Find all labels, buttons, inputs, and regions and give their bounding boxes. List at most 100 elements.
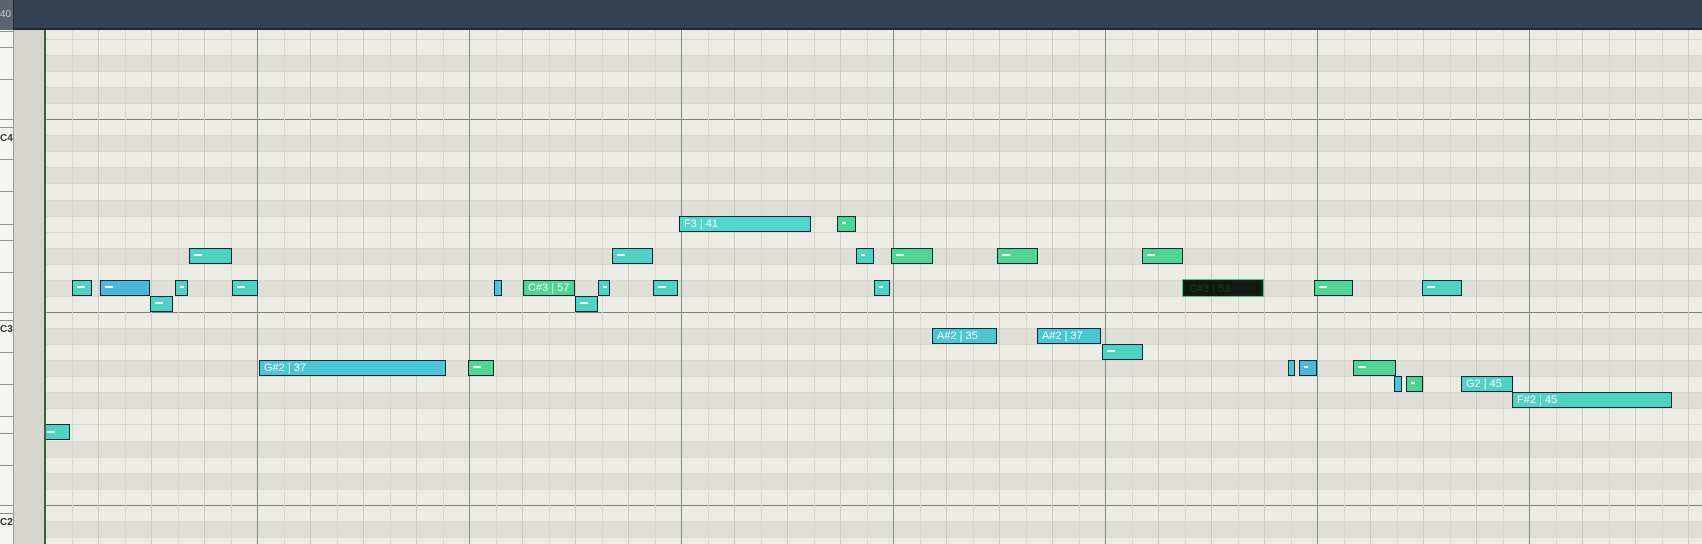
midi-note[interactable] [856, 247, 874, 264]
semitone-line [45, 536, 1702, 538]
semitone-line [45, 70, 1702, 72]
midi-note[interactable] [1353, 360, 1396, 377]
beat-line [1555, 30, 1557, 544]
midi-note[interactable] [891, 247, 933, 264]
piano-key-divider [0, 159, 13, 161]
note-velocity-dash [180, 285, 184, 288]
beat-line [1635, 30, 1636, 544]
note-label: C#3 | 53 [1189, 282, 1231, 295]
note-velocity-dash [1411, 382, 1415, 385]
pitch-lane [45, 38, 1702, 55]
midi-note[interactable] [189, 247, 232, 264]
piano-keyboard[interactable]: C4 C3 C2 [0, 30, 14, 544]
note-velocity-dash [473, 366, 481, 369]
midi-note[interactable]: G2 | 45 [1461, 376, 1513, 393]
semitone-line [45, 167, 1702, 169]
midi-note[interactable]: A#2 | 37 [1037, 328, 1101, 345]
semitone-line [45, 295, 1702, 297]
pitch-lane [45, 231, 1702, 248]
timeline-header-bar[interactable] [0, 0, 1702, 30]
midi-note[interactable] [150, 295, 173, 312]
pitch-lane [45, 103, 1702, 120]
beat-line [1608, 30, 1610, 544]
note-label: A#2 | 37 [1042, 330, 1083, 343]
beat-line [363, 30, 364, 544]
piano-key-divider [0, 416, 13, 418]
note-label: G#2 | 37 [264, 362, 306, 375]
pitch-lane [45, 472, 1702, 489]
midi-note[interactable] [1314, 279, 1353, 296]
note-label: F3 | 41 [684, 217, 719, 230]
midi-note[interactable] [575, 295, 598, 312]
beat-line [1688, 30, 1689, 544]
playhead[interactable] [44, 30, 46, 544]
semitone-line [45, 520, 1702, 522]
midi-note[interactable] [874, 279, 890, 296]
midi-note[interactable]: A#2 | 35 [932, 328, 997, 345]
midi-note[interactable] [1394, 376, 1402, 393]
bar-line [681, 30, 682, 544]
midi-note[interactable] [598, 279, 610, 296]
midi-note[interactable]: G#2 | 37 [259, 360, 446, 377]
midi-note[interactable] [45, 424, 70, 441]
midi-note[interactable] [1406, 376, 1423, 393]
note-label: C#3 | 57 [528, 281, 570, 294]
note-velocity-dash [77, 285, 85, 288]
piano-key-divider [0, 384, 13, 386]
midi-note[interactable] [837, 215, 856, 232]
midi-note[interactable] [494, 279, 502, 296]
pitch-lane [45, 151, 1702, 168]
pitch-lane [45, 199, 1702, 216]
note-velocity-dash [1002, 253, 1010, 256]
midi-note[interactable] [1288, 360, 1295, 377]
midi-note[interactable] [468, 360, 494, 377]
piano-key-divider [0, 271, 13, 273]
semitone-line [45, 103, 1702, 105]
midi-note[interactable] [653, 279, 678, 296]
midi-note[interactable]: C#3 | 57 [523, 279, 575, 296]
pitch-lane [45, 504, 1702, 521]
beat-line [1078, 30, 1080, 544]
beat-line [1025, 30, 1027, 544]
piano-key-divider [0, 223, 13, 225]
beat-line [389, 30, 391, 544]
midi-note[interactable] [1422, 279, 1462, 296]
midi-note[interactable] [175, 279, 188, 296]
midi-note[interactable] [232, 279, 258, 296]
note-velocity-dash [105, 285, 113, 288]
bar-line [1529, 30, 1530, 544]
midi-note-selected[interactable]: C#3 | 53 [1182, 278, 1264, 297]
piano-key-divider [0, 119, 13, 121]
beat-line [1582, 30, 1583, 544]
midi-note[interactable]: F3 | 41 [679, 215, 811, 232]
midi-note[interactable] [612, 247, 653, 264]
piano-key-divider [0, 127, 13, 129]
midi-note[interactable] [100, 279, 150, 296]
semitone-line [45, 456, 1702, 458]
piano-roll-grid[interactable]: G#2 | 37 C#3 | 57 F3 | 41 A#2 | 35 A#2 | 37 C… [45, 30, 1702, 544]
beat-line [734, 30, 735, 544]
semitone-line [45, 54, 1702, 56]
beat-line [707, 30, 709, 544]
semitone-line [45, 199, 1702, 201]
beat-line [442, 30, 444, 544]
pitch-lane [45, 215, 1702, 232]
beat-line [1661, 30, 1663, 544]
pitch-lane [45, 456, 1702, 473]
beat-line [204, 30, 205, 544]
semitone-line [45, 488, 1702, 490]
piano-key-divider [0, 464, 13, 466]
midi-note[interactable] [1102, 344, 1143, 361]
beat-line [1290, 30, 1292, 544]
midi-note[interactable] [1142, 247, 1183, 264]
piano-key-divider [0, 352, 13, 354]
beat-line [1502, 30, 1504, 544]
midi-note[interactable] [72, 279, 92, 296]
note-velocity-dash [1304, 366, 1308, 369]
midi-note[interactable] [997, 247, 1038, 264]
beat-line [840, 30, 841, 544]
midi-note[interactable]: F#2 | 45 [1512, 392, 1672, 409]
midi-note[interactable] [1299, 360, 1317, 377]
semitone-line [45, 440, 1702, 442]
octave-line [45, 504, 1702, 506]
